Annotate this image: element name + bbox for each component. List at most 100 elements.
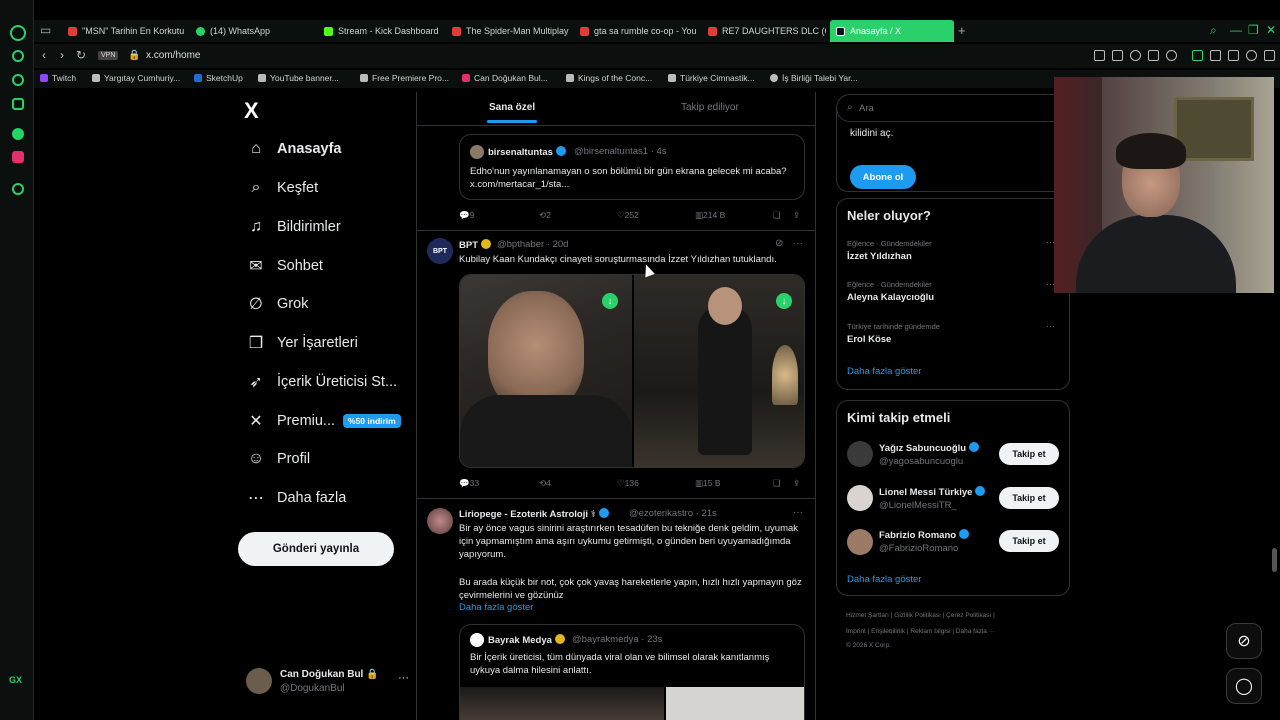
suggested-name[interactable]: Lionel Messi Türkiye	[879, 486, 986, 498]
post-media[interactable]: ↓ ↓	[459, 274, 805, 468]
bookmark-icon[interactable]: ❑	[773, 210, 781, 221]
show-more-link[interactable]: Daha fazla göster	[847, 574, 921, 585]
like-button[interactable]: ♡ 252	[617, 210, 639, 221]
tab-following[interactable]: Takip ediliyor	[681, 102, 739, 113]
bookmark-youtube-banner[interactable]: YouTube banner...	[258, 73, 339, 83]
tab-whatsapp[interactable]: (14) WhatsApp	[190, 20, 314, 42]
pin-icon[interactable]	[1094, 50, 1105, 61]
avatar[interactable]	[427, 508, 453, 534]
nav-profile[interactable]: ☺ Profil	[246, 444, 310, 474]
views-button[interactable]: ▥ 214 B	[695, 210, 725, 221]
tab-re7[interactable]: RE7 DAUGHTERS DLC (G	[702, 20, 826, 42]
quoted-post[interactable]: Bayrak Medya @bayrakmedya · 23s Bir İçer…	[459, 624, 805, 720]
vpn-badge[interactable]: VPN	[98, 51, 119, 60]
tab-spiderman[interactable]: The Spider-Man Multiplay	[446, 20, 570, 42]
avatar[interactable]	[847, 529, 873, 555]
nav-creator-studio[interactable]: ➶ İçerik Üreticisi St...	[246, 367, 397, 397]
quoted-post[interactable]: birsenaltuntas @birsenaltuntas1 · 4s Edh…	[459, 134, 805, 200]
nav-explore[interactable]: ⌕ Keşfet	[246, 173, 319, 203]
bookmark-premiere[interactable]: Free Premiere Pro...	[360, 73, 449, 83]
extensions-icon[interactable]	[1210, 50, 1221, 61]
play-icon[interactable]	[1148, 50, 1159, 61]
url-field[interactable]: x.com/home	[146, 50, 200, 61]
menu-icon[interactable]	[1264, 50, 1275, 61]
trend-name[interactable]: Erol Köse	[847, 334, 891, 345]
new-tab-button[interactable]: +	[958, 23, 966, 38]
views-button[interactable]: ▥ 15 B	[695, 478, 721, 489]
nav-grok[interactable]: ∅ Grok	[246, 289, 308, 319]
tab-x-home[interactable]: Anasayfa / X	[830, 20, 954, 42]
grok-button[interactable]: ⊘	[1226, 623, 1262, 659]
bookmark-cimnastik[interactable]: Türkiye Cimnastik...	[668, 73, 755, 83]
bookmark-instagram[interactable]: Can Doğukan Bul...	[462, 73, 548, 83]
forward-icon[interactable]: ›	[60, 48, 64, 62]
suggested-name[interactable]: Fabrizio Romano	[879, 529, 970, 541]
history-icon[interactable]	[12, 183, 24, 195]
lock-icon[interactable]: 🔒	[128, 50, 140, 61]
avatar[interactable]: BPT	[427, 238, 453, 264]
suggested-name[interactable]: Yağız Sabuncuoğlu	[879, 442, 980, 454]
nav-notifications[interactable]: ♫ Bildirimler	[246, 212, 341, 242]
share-icon[interactable]: ⇪	[793, 478, 800, 489]
tab-menu-icon[interactable]: ▭	[40, 23, 51, 37]
share-icon[interactable]: ⇪	[793, 210, 800, 221]
more-icon[interactable]: ···	[398, 672, 409, 684]
account-switcher[interactable]: Can Doğukan Bul 🔒 @DogukanBul ···	[246, 668, 416, 698]
download-icon[interactable]	[1192, 50, 1203, 61]
bookmark-yargitay[interactable]: Yargıtay Cumhuriy...	[92, 73, 180, 83]
whatsapp-icon[interactable]	[12, 128, 24, 140]
grok-icon[interactable]: ⊘	[775, 238, 783, 249]
repost-button[interactable]: ⟲ 2	[539, 210, 551, 221]
profile-icon[interactable]	[1246, 50, 1257, 61]
nav-premium[interactable]: ✕ Premiu... %50 indirim	[246, 406, 401, 436]
footer-links[interactable]: Hizmet Şartları | Gizlilik Politikası | …	[846, 612, 995, 619]
restore-icon[interactable]: ❐	[1248, 23, 1259, 37]
post-author[interactable]: BPT	[459, 239, 491, 251]
reply-button[interactable]: 💬 33	[459, 478, 479, 489]
tab-msn[interactable]: "MSN" Tarihin En Korkutu	[62, 20, 208, 42]
bookmark-isbirligi[interactable]: İş Birliği Talebi Yar...	[770, 73, 858, 83]
reload-icon[interactable]: ↻	[76, 48, 86, 62]
reply-button[interactable]: 💬 9	[459, 210, 474, 221]
more-icon[interactable]: ···	[793, 507, 803, 518]
nav-home[interactable]: ⌂ Anasayfa	[246, 134, 341, 164]
show-more-link[interactable]: Daha fazla göster	[459, 602, 533, 613]
x-logo-icon[interactable]: X	[244, 98, 259, 124]
follow-button[interactable]: Takip et	[999, 530, 1059, 552]
trend-name[interactable]: İzzet Yıldızhan	[847, 251, 912, 262]
more-icon[interactable]: ···	[793, 238, 803, 249]
avatar[interactable]	[847, 485, 873, 511]
download-icon[interactable]: ↓	[776, 293, 792, 309]
follow-button[interactable]: Takip et	[999, 443, 1059, 465]
bookmark-sketchup[interactable]: SketchUp	[194, 73, 243, 83]
nav-messages[interactable]: ✉ Sohbet	[246, 251, 323, 281]
scrollbar[interactable]	[1272, 548, 1277, 572]
refresh-icon[interactable]	[12, 50, 24, 62]
bookmark-icon[interactable]: ❑	[773, 478, 781, 489]
nav-bookmarks[interactable]: ❒ Yer İşaretleri	[246, 328, 358, 358]
snapshot-icon[interactable]	[1112, 50, 1123, 61]
close-icon[interactable]: ✕	[1266, 23, 1276, 37]
tab-gta[interactable]: gta sa rumble co-op - You	[574, 20, 698, 42]
shield-icon[interactable]	[1130, 50, 1141, 61]
repost-button[interactable]: ⟲ 4	[539, 478, 551, 489]
show-more-link[interactable]: Daha fazla göster	[847, 366, 921, 377]
like-button[interactable]: ♡ 136	[617, 478, 639, 489]
tab-kick[interactable]: Stream - Kick Dashboard	[318, 20, 442, 42]
more-icon[interactable]: ···	[1046, 321, 1055, 331]
post-author[interactable]: Liriopege - Ezoterik Astroloji ⚕	[459, 508, 609, 520]
tab-for-you[interactable]: Sana özel	[486, 102, 538, 123]
aria-icon[interactable]	[12, 74, 24, 86]
nav-more[interactable]: ⋯ Daha fazla	[246, 483, 346, 513]
opera-logo-icon[interactable]	[10, 25, 26, 41]
extensions-icon[interactable]	[12, 98, 24, 110]
back-icon[interactable]: ‹	[42, 48, 46, 62]
avatar[interactable]	[847, 441, 873, 467]
post-button[interactable]: Gönderi yayınla	[238, 532, 394, 566]
footer-links[interactable]: İmprint | Erişilebilirlik | Reklam bilgi…	[846, 628, 995, 635]
bookmark-kings[interactable]: Kings of the Conc...	[566, 73, 652, 83]
bookmark-twitch[interactable]: Twitch	[40, 73, 76, 83]
subscribe-button[interactable]: Abone ol	[850, 165, 916, 189]
download-icon[interactable]: ↓	[602, 293, 618, 309]
trend-name[interactable]: Aleyna Kalaycıoğlu	[847, 292, 934, 303]
